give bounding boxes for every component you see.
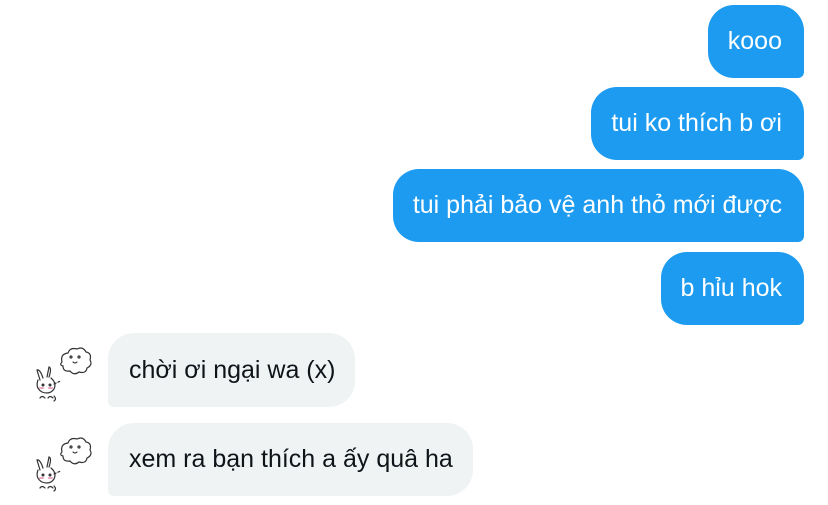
message-text: tui ko thích b ơi bbox=[611, 109, 782, 137]
message-text: chời ơi ngại wa (x) bbox=[129, 355, 336, 384]
message-text: tui phải bảo vệ anh thỏ mới được bbox=[412, 191, 782, 219]
message-text: b hỉu hok bbox=[680, 274, 782, 302]
bunny-avatar-icon[interactable] bbox=[32, 430, 94, 496]
sent-message-bubble[interactable]: b hỉu hok bbox=[660, 252, 804, 325]
sent-message-bubble[interactable]: tui phải bảo vệ anh thỏ mới được bbox=[392, 169, 804, 242]
received-message-bubble[interactable]: chời ơi ngại wa (x) bbox=[108, 333, 356, 407]
bunny-avatar-icon[interactable] bbox=[32, 340, 94, 406]
sent-message-bubble[interactable]: kooo bbox=[707, 5, 804, 78]
received-message-bubble[interactable]: xem ra bạn thích a ấy quâ ha bbox=[108, 423, 473, 496]
message-text: xem ra bạn thích a ấy quâ ha bbox=[129, 445, 453, 473]
sent-message-bubble[interactable]: tui ko thích b ơi bbox=[591, 87, 804, 160]
message-text: kooo bbox=[727, 27, 782, 55]
